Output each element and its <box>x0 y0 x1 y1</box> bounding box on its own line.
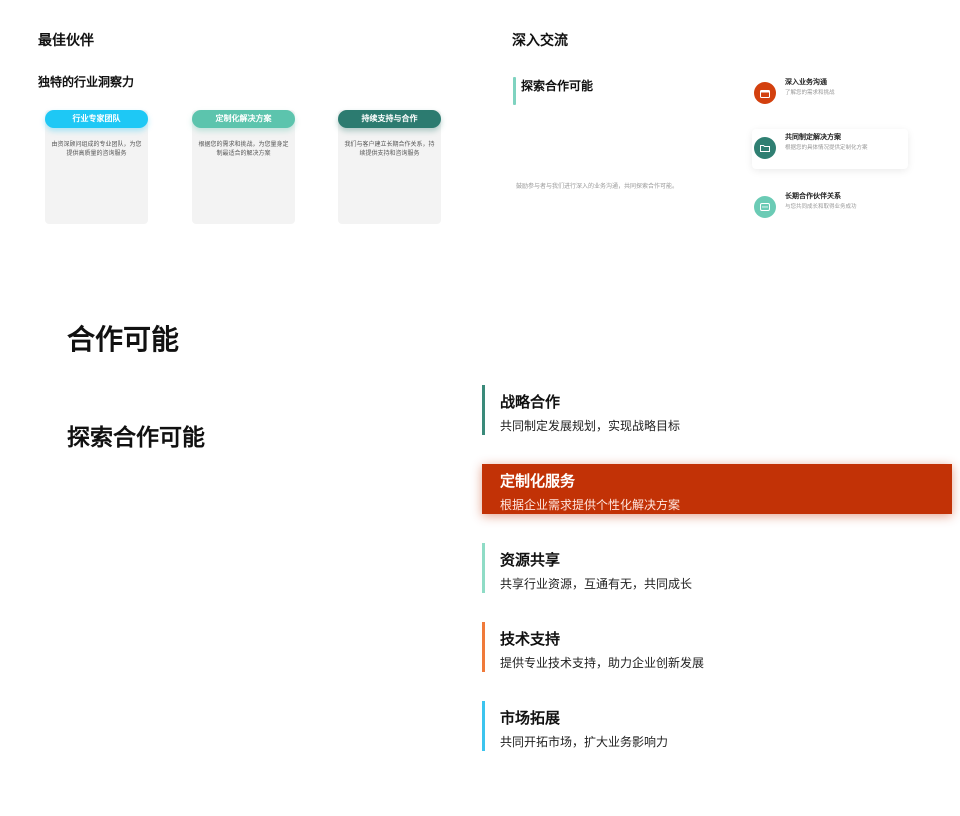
item-desc: 共享行业资源，互通有无，共同成长 <box>500 577 693 591</box>
item-resource-sharing[interactable]: 资源共享 共享行业资源，互通有无，共同成长 <box>482 543 952 593</box>
item-accent-bar <box>482 543 485 593</box>
item-technical-support[interactable]: 技术支持 提供专业技术支持，助力企业创新发展 <box>482 622 952 672</box>
item-title: 资源共享 <box>500 551 561 569</box>
item-custom-service[interactable]: 定制化服务 根据企业需求提供个性化解决方案 <box>482 464 952 514</box>
item-title: 战略合作 <box>500 393 561 411</box>
card-expert-team[interactable]: 行业专家团队 由资深顾问组成的专业团队，为您提供高质量的咨询服务 <box>45 110 148 224</box>
card-description: 根据您的需求和挑战，为您量身定制最适合的解决方案 <box>198 141 289 157</box>
item-desc: 提供专业技术支持，助力企业创新发展 <box>500 656 705 670</box>
explore-cooperation-subtitle: 探索合作可能 <box>521 79 594 93</box>
item-accent-bar <box>482 385 485 435</box>
card-description: 由资深顾问组成的专业团队，为您提供高质量的咨询服务 <box>51 141 142 157</box>
feature-business-communication[interactable]: 深入业务沟通 了解您的需求和挑战 <box>752 74 908 114</box>
feature-desc: 根据您的具体情况提供定制化方案 <box>785 145 868 151</box>
item-accent-bar <box>482 464 485 514</box>
industry-insight-subtitle: 独特的行业洞察力 <box>38 75 135 89</box>
explore-cooperation-heading: 探索合作可能 <box>67 425 205 451</box>
card-pill: 行业专家团队 <box>45 110 148 128</box>
feature-desc: 与您共同成长和取得业务成功 <box>785 204 857 210</box>
card-custom-solution[interactable]: 定制化解决方案 根据您的需求和挑战，为您量身定制最适合的解决方案 <box>192 110 295 224</box>
card-description: 我们与客户建立长期合作关系，持续提供支持和咨询服务 <box>344 141 435 157</box>
accent-bar <box>513 77 516 105</box>
item-title: 技术支持 <box>500 630 561 648</box>
item-title: 市场拓展 <box>500 709 561 727</box>
item-title: 定制化服务 <box>500 472 576 490</box>
item-accent-bar <box>482 622 485 672</box>
feature-desc: 了解您的需求和挑战 <box>785 90 835 96</box>
feature-title: 深入业务沟通 <box>785 78 827 86</box>
feature-title: 共同制定解决方案 <box>785 133 841 141</box>
card-ongoing-support[interactable]: 持续支持与合作 我们与客户建立长期合作关系，持续提供支持和咨询服务 <box>338 110 441 224</box>
item-accent-bar <box>482 701 485 751</box>
item-desc: 共同开拓市场，扩大业务影响力 <box>500 735 669 749</box>
item-strategic-cooperation[interactable]: 战略合作 共同制定发展规划，实现战略目标 <box>482 385 952 435</box>
item-desc: 共同制定发展规划，实现战略目标 <box>500 419 681 433</box>
calendar-icon <box>754 82 776 104</box>
feature-long-term-partnership[interactable]: 长期合作伙伴关系 与您共同成长和取得业务成功 <box>752 188 908 228</box>
card-pill: 定制化解决方案 <box>192 110 295 128</box>
best-partner-title: 最佳伙伴 <box>38 33 94 49</box>
encourage-note: 鼓励参与者与我们进行深入的业务沟通，共同探索合作可能。 <box>516 183 679 190</box>
card-pill: 持续支持与合作 <box>338 110 441 128</box>
feature-joint-solution[interactable]: 共同制定解决方案 根据您的具体情况提供定制化方案 <box>752 129 908 169</box>
chat-icon <box>754 196 776 218</box>
feature-title: 长期合作伙伴关系 <box>785 192 841 200</box>
cooperation-title: 合作可能 <box>67 323 180 356</box>
item-desc: 根据企业需求提供个性化解决方案 <box>500 498 681 512</box>
item-market-expansion[interactable]: 市场拓展 共同开拓市场，扩大业务影响力 <box>482 701 952 751</box>
deep-exchange-title: 深入交流 <box>512 33 568 49</box>
folder-icon <box>754 137 776 159</box>
